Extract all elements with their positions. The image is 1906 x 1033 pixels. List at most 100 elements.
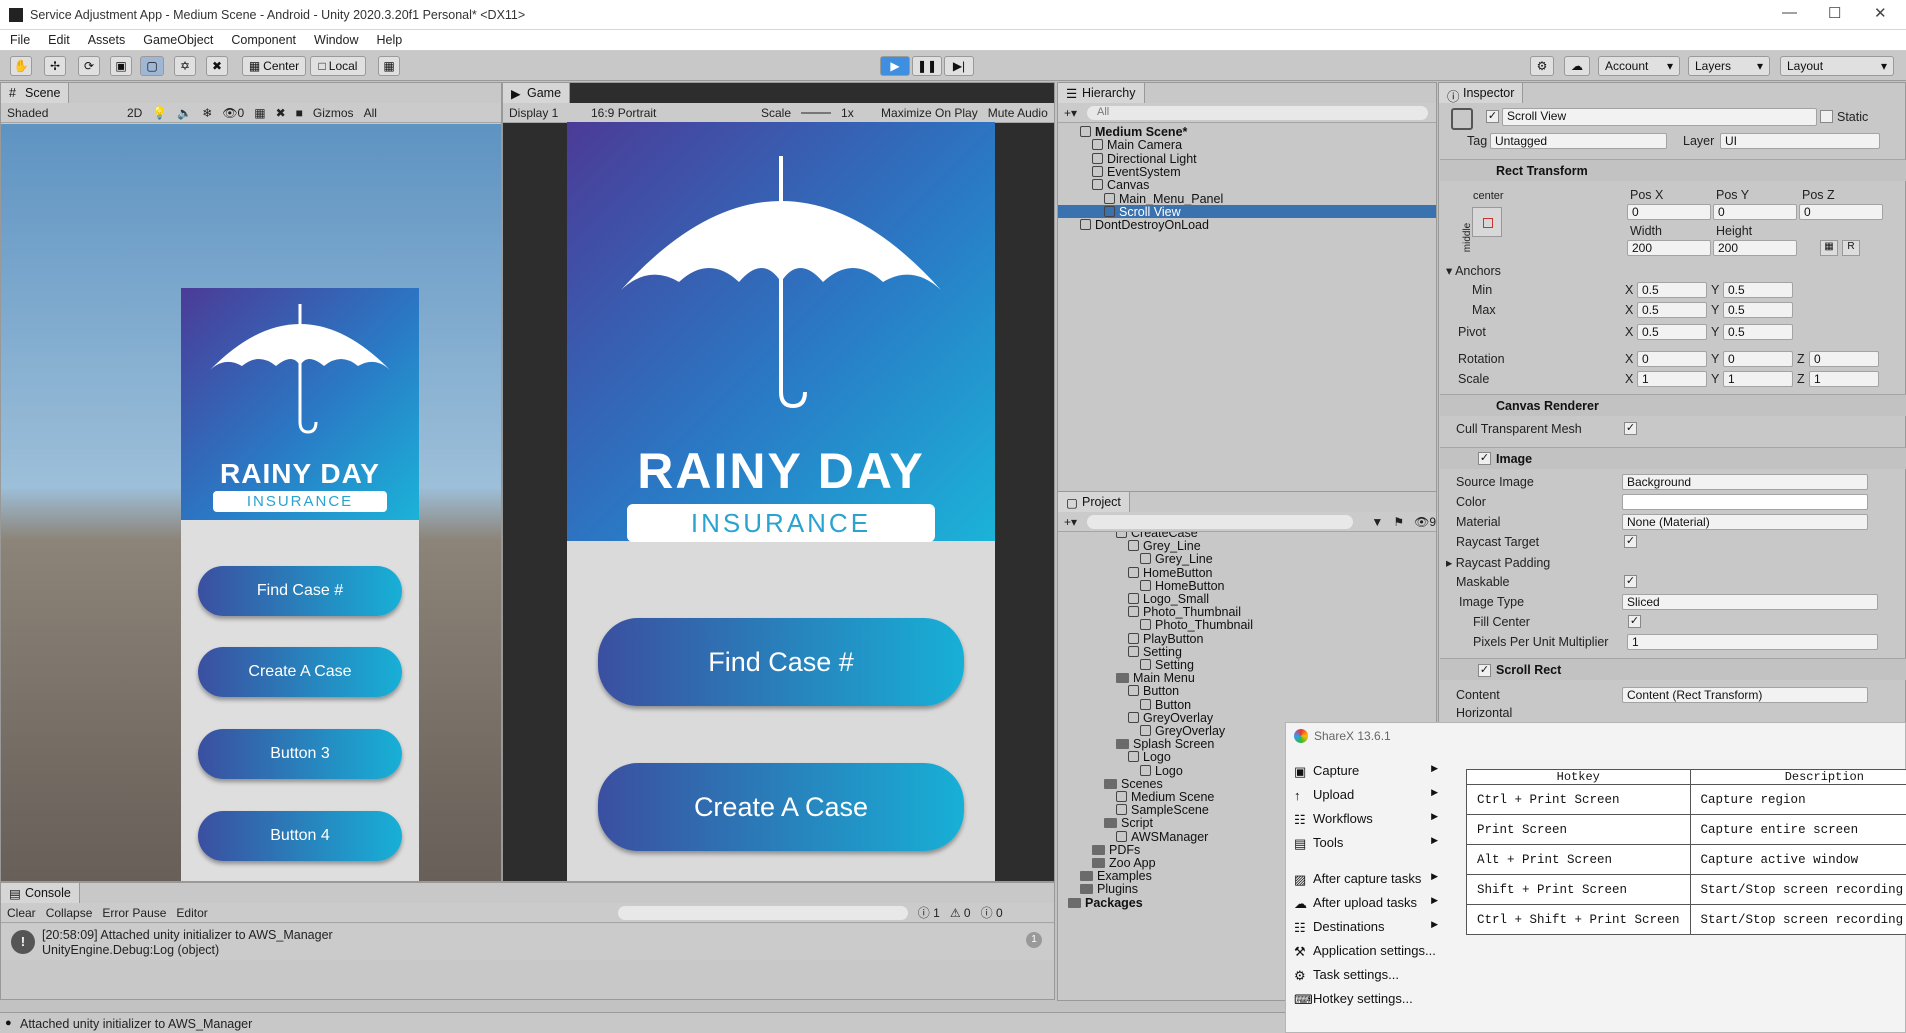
layer-dropdown[interactable]: UI <box>1720 133 1880 149</box>
game-create-case-button[interactable]: Create A Case <box>598 763 964 851</box>
hierarchy-item[interactable]: EventSystem <box>1058 165 1436 179</box>
play-button[interactable]: ▶ <box>880 56 910 76</box>
scale-tool-icon[interactable]: ▣ <box>110 56 132 76</box>
audio-icon[interactable]: 🔈 <box>177 106 192 120</box>
scene-button-3[interactable]: Button 3 <box>198 729 402 779</box>
raw-edit-button[interactable]: R <box>1842 240 1860 256</box>
project-item[interactable]: SampleScene <box>1058 803 1209 817</box>
menu-window[interactable]: Window <box>314 33 358 47</box>
maskable-checkbox[interactable]: ✓ <box>1624 575 1637 588</box>
menu-edit[interactable]: Edit <box>48 33 70 47</box>
anchor-preset-icon[interactable] <box>1472 207 1502 237</box>
menu-assets[interactable]: Assets <box>88 33 126 47</box>
rotation-y-field[interactable]: 0 <box>1723 351 1793 367</box>
tools-icon[interactable]: ✖ <box>276 106 286 120</box>
rect-transform-header[interactable]: Rect Transform <box>1440 159 1906 181</box>
project-item[interactable]: Plugins <box>1058 882 1138 896</box>
menu-component[interactable]: Component <box>231 33 296 47</box>
project-item[interactable]: Button <box>1058 698 1191 712</box>
hierarchy-item[interactable]: Directional Light <box>1058 152 1436 166</box>
hierarchy-item[interactable]: Canvas <box>1058 178 1436 192</box>
tab-scene[interactable]: # Scene <box>1 83 70 103</box>
rect-tool-icon[interactable]: ▢ <box>140 56 164 76</box>
project-item[interactable]: HomeButton <box>1058 579 1224 593</box>
static-checkbox[interactable] <box>1820 110 1833 123</box>
sharex-menu-item[interactable]: ☷ Workflows ▶ <box>1286 811 1446 831</box>
game-viewport[interactable]: RAINY DAY INSURANCE Find Case # Create A… <box>567 122 995 881</box>
tab-project[interactable]: ▢ Project <box>1058 492 1130 512</box>
width-field[interactable]: 200 <box>1627 240 1711 256</box>
hierarchy-item[interactable]: Main Camera <box>1058 138 1436 152</box>
scene-find-case-button[interactable]: Find Case # <box>198 566 402 616</box>
effects-icon[interactable]: ❄ <box>202 106 212 120</box>
scene-grid-toggle-icon[interactable]: ▦ <box>254 106 265 120</box>
error-count[interactable]: ⓘ 0 <box>981 904 1003 921</box>
sharex-menu-item[interactable]: ↑ Upload ▶ <box>1286 787 1446 807</box>
project-item[interactable]: Splash Screen <box>1058 737 1214 751</box>
hand-tool-icon[interactable]: ✋ <box>10 56 32 76</box>
pivot-center-button[interactable]: ▦ Center <box>242 56 306 76</box>
canvas-renderer-header[interactable]: Canvas Renderer <box>1440 394 1906 416</box>
collapse-toggle[interactable]: Collapse <box>46 906 93 920</box>
project-item[interactable]: Script <box>1058 816 1153 830</box>
material-field[interactable]: None (Material) <box>1622 514 1868 530</box>
project-item[interactable]: Scenes <box>1058 777 1163 791</box>
account-dropdown[interactable]: Account ▾ <box>1598 56 1680 76</box>
layers-dropdown[interactable]: Layers ▾ <box>1688 56 1770 76</box>
project-item[interactable]: Zoo App <box>1058 856 1156 870</box>
layout-dropdown[interactable]: Layout ▾ <box>1780 56 1894 76</box>
console-log-entry[interactable]: ! [20:58:09] Attached unity initializer … <box>1 924 1054 960</box>
gizmos-dropdown[interactable]: Gizmos <box>313 106 354 120</box>
grid-snap-icon[interactable]: ▦ <box>378 56 400 76</box>
static-dropdown[interactable]: Static <box>1837 110 1868 124</box>
step-button[interactable]: ▶| <box>944 56 974 76</box>
pivot-y-field[interactable]: 0.5 <box>1723 324 1793 340</box>
anchor-max-x-field[interactable]: 0.5 <box>1637 302 1707 318</box>
tab-console[interactable]: ▤ Console <box>1 883 80 903</box>
image-header[interactable]: Image <box>1440 447 1906 469</box>
custom-tool-icon[interactable]: ✖ <box>206 56 228 76</box>
editor-dropdown[interactable]: Editor <box>176 906 207 920</box>
warning-count[interactable]: ⚠ 0 <box>950 906 971 920</box>
scene-search[interactable]: All <box>364 106 377 120</box>
collab-icon[interactable]: ⚙ <box>1530 56 1554 76</box>
sharex-menu-item[interactable]: ☷ Destinations ▶ <box>1286 919 1446 939</box>
log-count[interactable]: ⓘ 1 <box>918 904 940 921</box>
sharex-menu-item[interactable]: ☁ After upload tasks ▶ <box>1286 895 1446 915</box>
project-item[interactable]: Medium Scene <box>1058 790 1214 804</box>
maximize-on-play-toggle[interactable]: Maximize On Play <box>881 106 978 120</box>
scale-y-field[interactable]: 1 <box>1723 371 1793 387</box>
sharex-menu-item[interactable]: ⚒ Application settings... <box>1286 943 1446 963</box>
project-item[interactable]: Photo_Thumbnail <box>1058 605 1241 619</box>
raycast-padding-foldout[interactable]: ▸ Raycast Padding <box>1446 555 1550 570</box>
project-item[interactable]: Logo <box>1058 764 1183 778</box>
add-icon[interactable]: +▾ <box>1064 515 1077 529</box>
anchor-max-y-field[interactable]: 0.5 <box>1723 302 1793 318</box>
scroll-rect-checkbox[interactable]: ✓ <box>1478 664 1491 677</box>
close-icon[interactable]: ✕ <box>1874 4 1887 22</box>
color-swatch[interactable] <box>1622 494 1868 510</box>
project-item[interactable]: Logo_Small <box>1058 592 1209 606</box>
console-search[interactable] <box>617 905 908 920</box>
anchor-min-y-field[interactable]: 0.5 <box>1723 282 1793 298</box>
menu-gameobject[interactable]: GameObject <box>143 33 213 47</box>
scene-viewport[interactable]: RAINY DAY INSURANCE Find Case # Create A… <box>1 124 501 881</box>
transform-tool-icon[interactable]: ✡ <box>174 56 196 76</box>
source-image-field[interactable]: Background <box>1622 474 1868 490</box>
camera-icon[interactable]: ■ <box>296 106 303 120</box>
project-item[interactable]: Logo <box>1058 750 1171 764</box>
2d-toggle[interactable]: 2D <box>127 106 142 120</box>
hidden-packages-icon[interactable]: 👁9 <box>1414 515 1436 529</box>
project-item[interactable]: CreateCase <box>1058 532 1198 540</box>
pivot-x-field[interactable]: 0.5 <box>1637 324 1707 340</box>
anchor-min-x-field[interactable]: 0.5 <box>1637 282 1707 298</box>
tab-game[interactable]: ▶ Game <box>503 83 571 103</box>
height-field[interactable]: 200 <box>1713 240 1797 256</box>
ppu-field[interactable]: 1 <box>1627 634 1878 650</box>
image-enabled-checkbox[interactable]: ✓ <box>1478 452 1491 465</box>
sharex-menu-item[interactable]: ▤ Tools ▶ <box>1286 835 1446 855</box>
hierarchy-item[interactable]: DontDestroyOnLoad <box>1058 218 1436 232</box>
hidden-objects-icon[interactable]: 👁0 <box>222 106 244 120</box>
space-local-button[interactable]: □ Local <box>310 56 366 76</box>
project-search[interactable] <box>1087 514 1354 529</box>
